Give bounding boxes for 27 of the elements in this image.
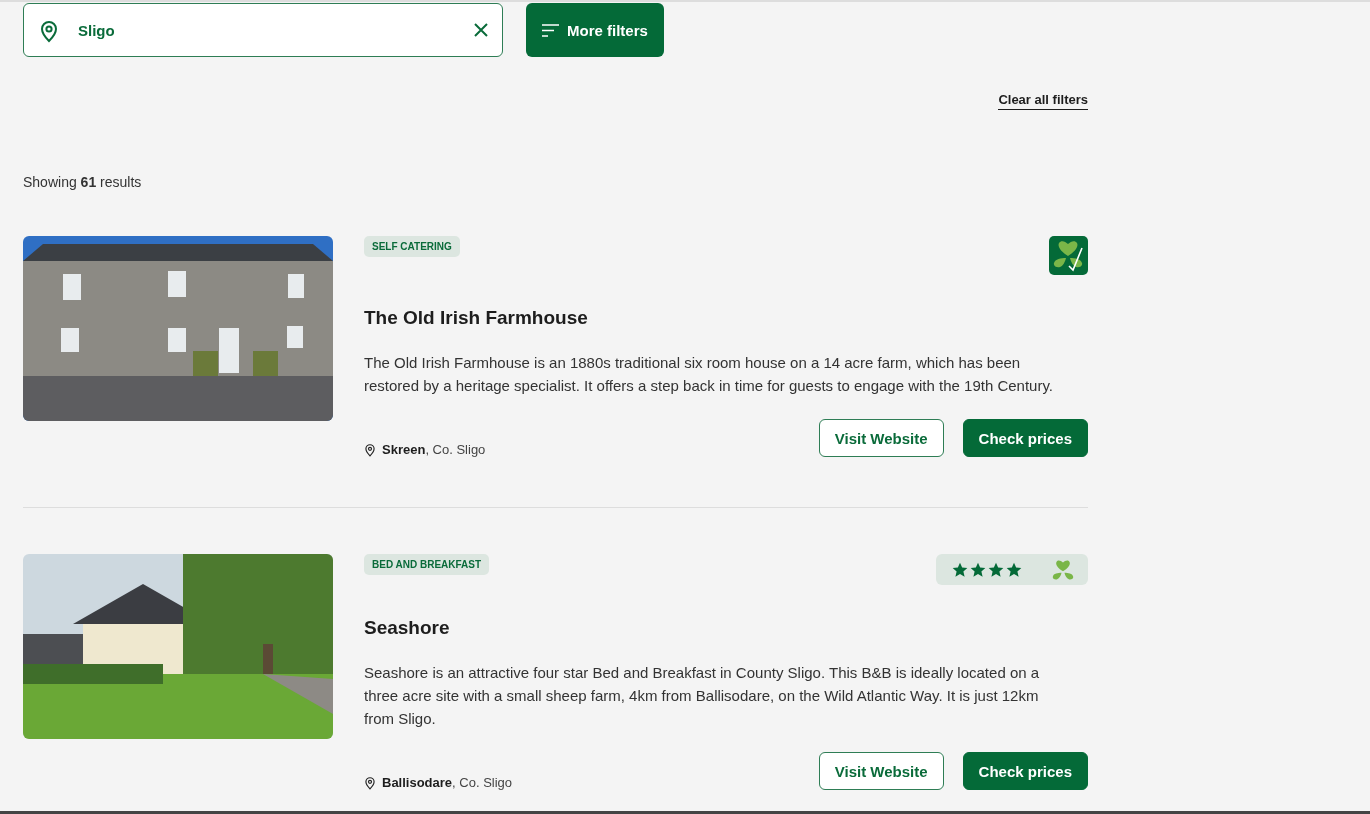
star-icon [970,561,986,578]
star-icon [988,561,1004,578]
star-icon [952,561,968,578]
clear-filters-link[interactable]: Clear all filters [998,92,1088,110]
clear-icon[interactable] [474,23,488,37]
listing-title: Seashore [364,617,451,639]
location-text: Ballisodare, Co. Sligo [382,775,513,790]
location-text: Skreen, Co. Sligo [382,442,486,457]
shamrock-icon [1050,559,1076,580]
listing-description: Seashore is an attractive four star Bed and Breakfast in County Sligo. This B&B is ideally located on a three acre site with a small sheep farm, 4km from Ballisodare, on the Wild Atlantic Way. It is just 12km from Sligo. [364,663,1041,729]
check-prices-button[interactable]: Check prices [962,752,1088,790]
visit-website-button[interactable]: Visit Website [818,752,944,790]
category-tag: BED AND BREAKFAST [364,554,490,575]
star-icon [1006,561,1022,578]
location-pin-icon [364,775,376,790]
more-filters-button[interactable]: More filters [526,3,664,57]
results-count: Showing 61 results [23,174,143,190]
shamrock-check-icon [1049,236,1088,275]
visit-website-button[interactable]: Visit Website [818,419,944,457]
filter-icon [542,23,559,37]
check-prices-button[interactable]: Check prices [962,419,1088,457]
category-tag: SELF CATERING [364,236,460,257]
listing-title: The Old Irish Farmhouse [364,307,589,329]
location-pin-icon [39,19,59,43]
listing-description: The Old Irish Farmhouse is an 1880s traditional six room house on a 14 acre farm, which has been restored by a heritage specialist. It offers a step back in time for guests to engage with the 19th Century. [364,353,1054,396]
search-field[interactable]: Sligo [23,3,503,57]
location-pin-icon [364,442,376,457]
